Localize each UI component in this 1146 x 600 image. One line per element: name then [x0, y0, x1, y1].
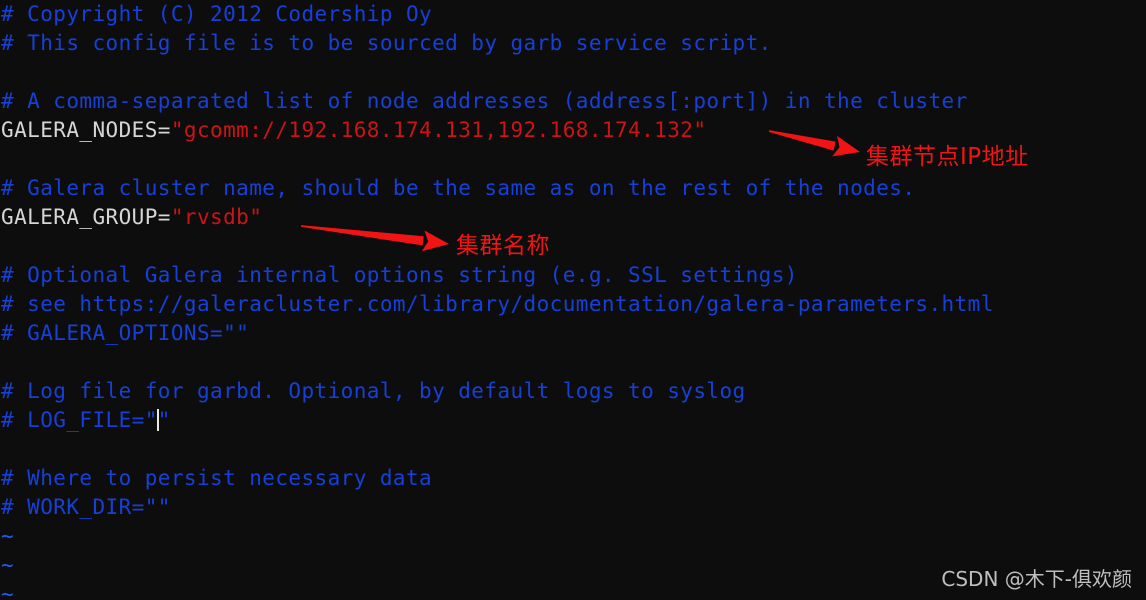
editor-text-ident: GALERA_GROUP= [1, 205, 171, 229]
editor-line[interactable]: # LOG_FILE="" [0, 406, 1146, 435]
editor-text-blank [1, 147, 14, 171]
editor-text-comment: # Optional Galera internal options strin… [1, 263, 798, 287]
vim-text-buffer[interactable]: # Copyright (C) 2012 Codership Oy # This … [0, 0, 1146, 600]
editor-text-comment: # A comma-separated list of node address… [1, 89, 968, 113]
editor-text-comment: # LOG_FILE=" [1, 408, 158, 432]
editor-line[interactable]: # Where to persist necessary data [0, 464, 1146, 493]
editor-line[interactable]: ~ [0, 522, 1146, 551]
editor-text-blank [1, 350, 14, 374]
editor-line[interactable]: # Galera cluster name, should be the sam… [0, 174, 1146, 203]
editor-text-comment: # Copyright (C) 2012 Codership Oy [1, 2, 433, 26]
editor-line[interactable]: GALERA_GROUP="rvsdb" [0, 203, 1146, 232]
editor-text-comment: # Log file for garbd. Optional, by defau… [1, 379, 746, 403]
editor-line[interactable] [0, 232, 1146, 261]
editor-text-string: "gcomm://192.168.174.131,192.168.174.132… [170, 118, 707, 142]
editor-line[interactable]: # Log file for garbd. Optional, by defau… [0, 377, 1146, 406]
editor-text-blank [1, 234, 14, 258]
editor-line[interactable] [0, 435, 1146, 464]
editor-line[interactable] [0, 58, 1146, 87]
csdn-watermark: CSDN @木下-俱欢颜 [941, 567, 1132, 591]
editor-text-comment: # Galera cluster name, should be the sam… [1, 176, 916, 200]
editor-line[interactable]: # WORK_DIR="" [0, 493, 1146, 522]
editor-text-tilde: ~ [1, 524, 15, 548]
editor-text-comment: # see https://galeracluster.com/library/… [1, 292, 994, 316]
editor-line[interactable]: # see https://galeracluster.com/library/… [0, 290, 1146, 319]
editor-line[interactable] [0, 348, 1146, 377]
editor-line[interactable]: # Optional Galera internal options strin… [0, 261, 1146, 290]
editor-text-comment: # GALERA_OPTIONS="" [1, 321, 250, 345]
editor-text-blank [1, 60, 14, 84]
terminal-screen: # Copyright (C) 2012 Codership Oy # This … [0, 0, 1146, 600]
editor-text-comment: # Where to persist necessary data [1, 466, 433, 490]
editor-text-tilde: ~ [1, 582, 15, 600]
editor-line[interactable]: # A comma-separated list of node address… [0, 87, 1146, 116]
editor-text-comment: " [157, 408, 171, 432]
editor-text-ident: GALERA_NODES= [1, 118, 171, 142]
annotation-label-cluster-node-ip: 集群节点IP地址 [866, 144, 1029, 170]
editor-line[interactable]: # This config file is to be sourced by g… [0, 29, 1146, 58]
editor-text-comment: # WORK_DIR="" [1, 495, 171, 519]
editor-text-comment: # This config file is to be sourced by g… [1, 31, 772, 55]
editor-text-string: "rvsdb" [170, 205, 263, 229]
editor-line[interactable]: # GALERA_OPTIONS="" [0, 319, 1146, 348]
editor-line[interactable]: # Copyright (C) 2012 Codership Oy [0, 0, 1146, 29]
editor-text-tilde: ~ [1, 553, 15, 577]
annotation-label-cluster-name: 集群名称 [456, 233, 550, 259]
editor-text-blank [1, 437, 14, 461]
